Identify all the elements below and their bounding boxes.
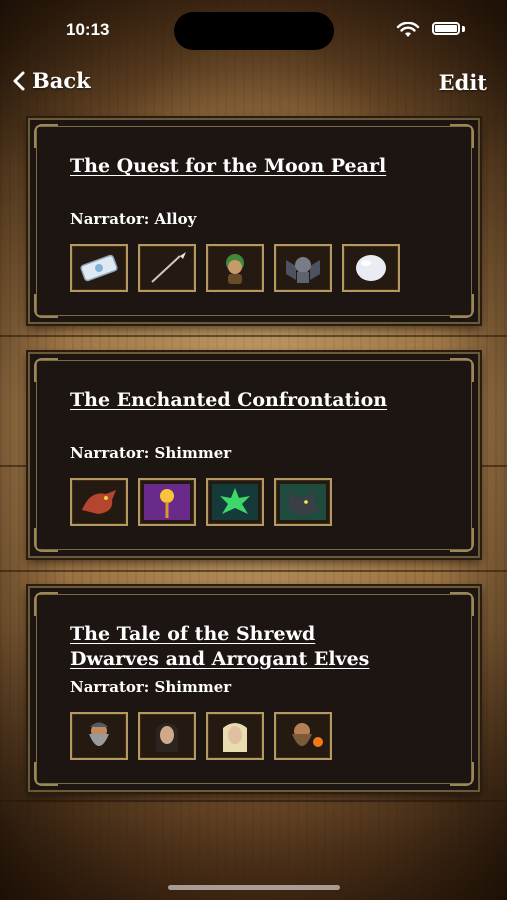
dynamic-island [174, 12, 334, 50]
story-narrator: Narrator: Alloy [70, 210, 197, 228]
story-items [70, 244, 400, 292]
moon-pearl-icon [342, 244, 400, 292]
wifi-icon [396, 22, 420, 37]
edit-button[interactable]: Edit [439, 70, 487, 95]
dragon-icon [70, 478, 128, 526]
gargoyle-icon [274, 244, 332, 292]
wood-seam [0, 570, 507, 572]
wood-seam [0, 335, 507, 337]
navigation-bar: Back Edit [0, 64, 507, 100]
wood-seam [0, 800, 507, 802]
status-time: 10:13 [66, 20, 110, 39]
story-narrator: Narrator: Shimmer [70, 678, 232, 696]
story-narrator: Narrator: Shimmer [70, 444, 232, 462]
elf-dark-hair-icon [138, 712, 196, 760]
story-items [70, 478, 332, 526]
chevron-left-icon [13, 71, 25, 90]
story-title[interactable]: The Quest for the Moon Pearl [70, 154, 430, 179]
green-leaf-icon [206, 478, 264, 526]
dwarf-smith-icon [274, 712, 332, 760]
scroll-icon [70, 244, 128, 292]
story-card[interactable]: The Tale of the Shrewd Dwarves and Arrog… [28, 586, 480, 792]
story-card[interactable]: The Enchanted Confrontation Narrator: Sh… [28, 352, 480, 558]
status-bar: 10:13 [0, 0, 507, 60]
home-indicator[interactable] [168, 885, 340, 890]
battery-tip [462, 26, 465, 32]
dwarf-warrior-icon [70, 712, 128, 760]
back-button[interactable]: Back [12, 68, 91, 93]
magic-wand-icon [138, 478, 196, 526]
story-title-line: Dwarves and Arrogant Elves [70, 648, 370, 670]
spear-icon [138, 244, 196, 292]
story-title-line: The Tale of the Shrewd [70, 623, 316, 645]
story-items [70, 712, 332, 760]
back-label: Back [32, 68, 91, 93]
story-title[interactable]: The Tale of the Shrewd Dwarves and Arrog… [70, 622, 430, 672]
wolf-icon [274, 478, 332, 526]
elf-blonde-icon [206, 712, 264, 760]
battery-icon [432, 22, 460, 35]
forest-sprite-icon [206, 244, 264, 292]
story-card[interactable]: The Quest for the Moon Pearl Narrator: A… [28, 118, 480, 324]
story-title[interactable]: The Enchanted Confrontation [70, 388, 430, 413]
